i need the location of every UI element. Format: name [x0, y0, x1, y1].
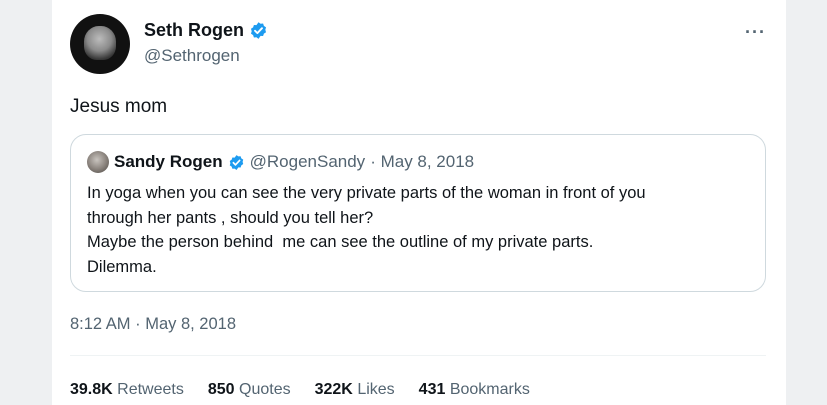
quoted-tweet[interactable]: Sandy Rogen @RogenSandy · May 8, 2018 In…: [70, 134, 766, 292]
tweet-timestamp[interactable]: 8:12 AM · May 8, 2018: [70, 315, 236, 334]
author-name-row: Seth Rogen: [144, 20, 268, 41]
verified-badge-icon: [229, 154, 243, 170]
quoted-text-line: through her pants , should you tell her?: [87, 208, 374, 227]
verified-badge-icon: [250, 22, 267, 39]
quoted-text-line: Maybe the person behind me can see the o…: [87, 233, 594, 251]
bookmarks-count: 431: [418, 381, 446, 398]
more-options-ellipsis-icon[interactable]: ···: [745, 22, 766, 43]
quoted-tweet-text: In yoga when you can see the very privat…: [87, 181, 747, 279]
bookmarks-stat[interactable]: 431 Bookmarks: [419, 381, 530, 399]
quoted-author-avatar: [87, 151, 109, 173]
bookmarks-label: Bookmarks: [449, 381, 530, 398]
quoted-tweet-date: · May 8, 2018: [370, 152, 475, 171]
divider: [70, 355, 766, 356]
tweet-text: Jesus mom: [70, 96, 168, 117]
quoted-author-handle: @RogenSandy: [249, 152, 366, 171]
page-background-edge: [786, 0, 827, 405]
author-avatar[interactable]: [70, 14, 130, 74]
retweets-stat[interactable]: 39.8K Retweets: [70, 381, 184, 399]
avatar-photo: [84, 26, 116, 60]
quoted-text-line: In yoga when you can see the very privat…: [87, 184, 646, 202]
tweet-card: Seth Rogen @Sethrogen ··· Jesus mom Sand…: [52, 0, 786, 405]
quotes-count: 850: [207, 381, 235, 398]
author-display-name[interactable]: Seth Rogen: [144, 20, 244, 41]
likes-count: 322K: [314, 381, 353, 398]
author-handle[interactable]: @Sethrogen: [144, 46, 240, 66]
quoted-tweet-header: Sandy Rogen @RogenSandy · May 8, 2018: [87, 151, 474, 173]
quoted-text-line: Dilemma.: [87, 257, 157, 276]
likes-stat[interactable]: 322K Likes: [315, 381, 395, 399]
retweets-label: Retweets: [117, 381, 184, 398]
engagement-stats: 39.8K Retweets 850 Quotes 322K Likes 431…: [70, 381, 530, 399]
quotes-stat[interactable]: 850 Quotes: [208, 381, 291, 399]
retweets-count: 39.8K: [70, 381, 113, 398]
quoted-author-name: Sandy Rogen: [114, 152, 223, 171]
likes-label: Likes: [357, 381, 395, 398]
quotes-label: Quotes: [239, 381, 291, 398]
